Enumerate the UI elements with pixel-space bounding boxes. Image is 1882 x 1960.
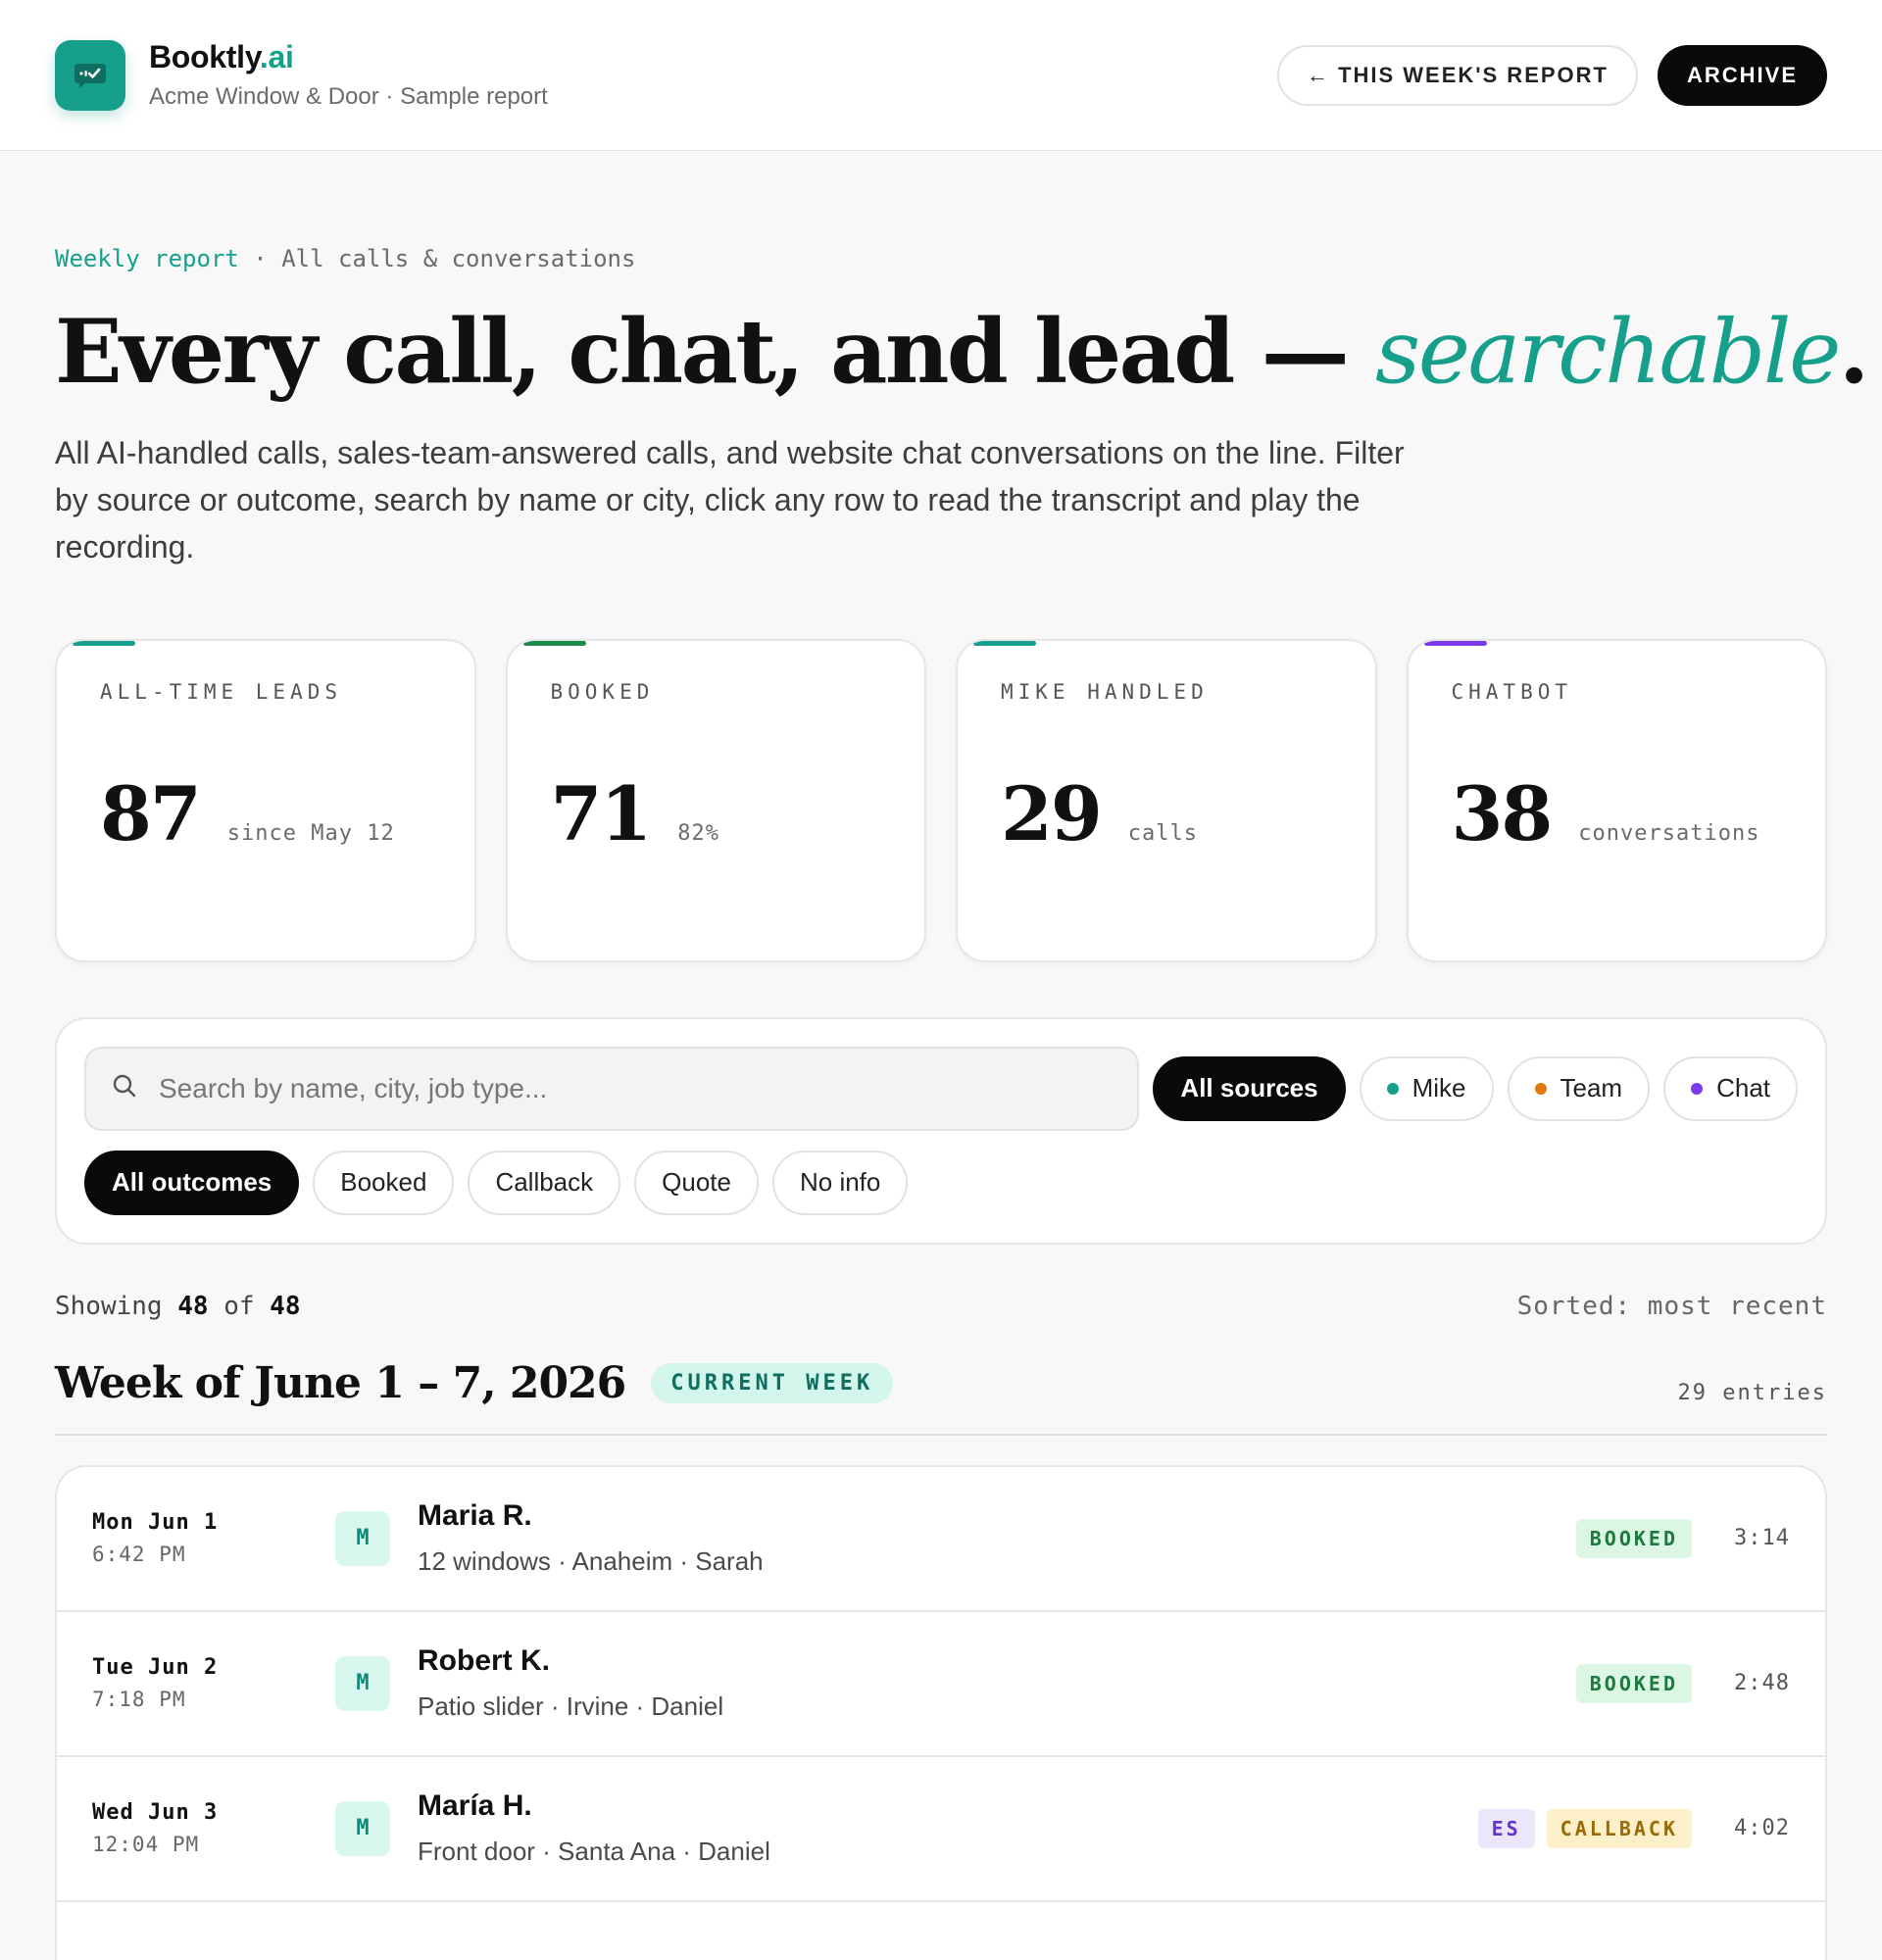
sort-indicator[interactable]: Sorted: most recent — [1517, 1292, 1827, 1321]
eyebrow: Weekly report · All calls & conversation… — [55, 245, 636, 272]
page-title: Every call, chat, and lead — searchable. — [55, 300, 1869, 404]
headline-accent: searchable — [1375, 301, 1841, 404]
stat-card-all-time-leads: ALL-TIME LEADS 87 since May 12 — [55, 638, 476, 962]
stat-label: CHATBOT — [1451, 679, 1573, 704]
stat-value: 71 — [550, 769, 653, 858]
brand: Booktly.ai Acme Window & Door · Sample r… — [55, 39, 548, 111]
outcome-filter-callback[interactable]: Callback — [468, 1150, 621, 1215]
stat-card-mike-handled: MIKE HANDLED 29 calls — [956, 638, 1377, 962]
source-filter-mike[interactable]: Mike — [1359, 1055, 1494, 1121]
stat-sub: conversations — [1578, 820, 1760, 846]
brand-name: Booktly.ai — [149, 39, 294, 74]
stat-label: MIKE HANDLED — [1001, 679, 1209, 704]
stat-sub: 82% — [677, 820, 720, 846]
stat-card-booked: BOOKED 71 82% — [505, 638, 926, 962]
outcome-badge: BOOKED — [1575, 1663, 1692, 1703]
entry-row[interactable]: Wed Jun 3 12:04 PM M María H. Front door… — [57, 1757, 1825, 1902]
entry-row[interactable]: Mon Jun 1 6:42 PM M Maria R. 12 windows … — [57, 1467, 1825, 1612]
source-avatar: M — [335, 1800, 390, 1856]
stat-sub: calls — [1127, 820, 1198, 846]
chat-dot-icon — [1691, 1082, 1704, 1095]
source-avatar: M — [335, 1655, 390, 1711]
entry-time: 6:42 PM — [92, 1543, 186, 1566]
stat-label: ALL-TIME LEADS — [100, 679, 343, 704]
stat-accent-bar — [73, 640, 135, 646]
intro-text: All AI-handled calls, sales-team-answere… — [55, 434, 1405, 564]
entries-list: Mon Jun 1 6:42 PM M Maria R. 12 windows … — [55, 1464, 1827, 1960]
entry-time: 12:04 PM — [92, 1833, 200, 1856]
entry-day: Mon Jun 1 — [92, 1510, 219, 1535]
entry-detail: Front door · Santa Ana · Daniel — [418, 1837, 770, 1866]
stat-value: 29 — [1001, 769, 1103, 858]
search-box[interactable] — [84, 1046, 1140, 1131]
eyebrow-primary: Weekly report — [55, 245, 239, 272]
mike-dot-icon — [1386, 1082, 1399, 1095]
outcome-filter-no-info[interactable]: No info — [771, 1150, 909, 1215]
call-duration: 2:48 — [1734, 1671, 1790, 1695]
entry-time: 7:18 PM — [92, 1688, 186, 1711]
outcome-filter-quote[interactable]: Quote — [634, 1150, 759, 1215]
entry-day: Tue Jun 2 — [92, 1655, 219, 1680]
stat-value: 87 — [100, 769, 202, 858]
results-meta: Showing 48 of 48 Sorted: most recent — [55, 1292, 1827, 1321]
stat-label: BOOKED — [550, 679, 655, 704]
source-avatar: M — [335, 1510, 390, 1566]
entry-name: Robert K. — [418, 1644, 550, 1677]
source-filter-all[interactable]: All sources — [1153, 1055, 1346, 1121]
outcome-badge: CALLBACK — [1546, 1808, 1692, 1848]
results-count: Showing 48 of 48 — [55, 1291, 301, 1321]
call-duration: 3:14 — [1734, 1526, 1790, 1550]
stats-row: ALL-TIME LEADS 87 since May 12 BOOKED 71 8… — [55, 638, 1827, 962]
brand-logo-icon — [55, 39, 125, 111]
entry-row[interactable] — [57, 1902, 1825, 1960]
filter-panel: All sources Mike Team Chat All outcomes … — [55, 1016, 1827, 1245]
week-title: Week of June 1 – 7, 2026 — [55, 1357, 626, 1408]
outcome-badge: BOOKED — [1575, 1518, 1692, 1558]
entry-name: María H. — [418, 1789, 532, 1822]
header-actions: ← THIS WEEK'S REPORT ARCHIVE — [1276, 44, 1827, 106]
source-filter-team[interactable]: Team — [1507, 1055, 1651, 1121]
source-filter-chat[interactable]: Chat — [1663, 1055, 1798, 1121]
stat-card-chatbot: CHATBOT 38 conversations — [1406, 638, 1827, 962]
language-badge: ES — [1477, 1808, 1535, 1848]
search-icon — [112, 1073, 137, 1103]
app-header: Booktly.ai Acme Window & Door · Sample r… — [0, 0, 1882, 151]
stat-accent-bar — [973, 640, 1036, 646]
entry-detail: 12 windows · Anaheim · Sarah — [418, 1546, 764, 1576]
current-week-badge: CURRENT WEEK — [651, 1362, 894, 1403]
eyebrow-secondary: All calls & conversations — [281, 245, 636, 272]
entry-row[interactable]: Tue Jun 2 7:18 PM M Robert K. Patio slid… — [57, 1612, 1825, 1757]
week-header: Week of June 1 – 7, 2026 CURRENT WEEK 29… — [55, 1358, 1827, 1436]
outcome-filter-booked[interactable]: Booked — [313, 1150, 455, 1215]
main-content: Weekly report · All calls & conversation… — [0, 245, 1882, 1960]
search-input[interactable] — [159, 1072, 1113, 1104]
entry-detail: Patio slider · Irvine · Daniel — [418, 1691, 724, 1721]
call-duration: 4:02 — [1734, 1816, 1790, 1840]
stat-value: 38 — [1451, 769, 1554, 858]
stat-accent-bar — [1423, 640, 1487, 646]
brand-subtitle: Acme Window & Door · Sample report — [149, 83, 548, 110]
outcome-filter-all[interactable]: All outcomes — [84, 1150, 300, 1215]
archive-button[interactable]: ARCHIVE — [1657, 44, 1827, 106]
entry-name: Maria R. — [418, 1499, 532, 1532]
team-dot-icon — [1534, 1082, 1547, 1095]
entry-day: Wed Jun 3 — [92, 1800, 219, 1825]
this-weeks-report-button[interactable]: ← THIS WEEK'S REPORT — [1276, 44, 1638, 106]
stat-sub: since May 12 — [226, 820, 395, 846]
stat-accent-bar — [522, 640, 586, 646]
week-entry-count: 29 entries — [1677, 1380, 1827, 1405]
